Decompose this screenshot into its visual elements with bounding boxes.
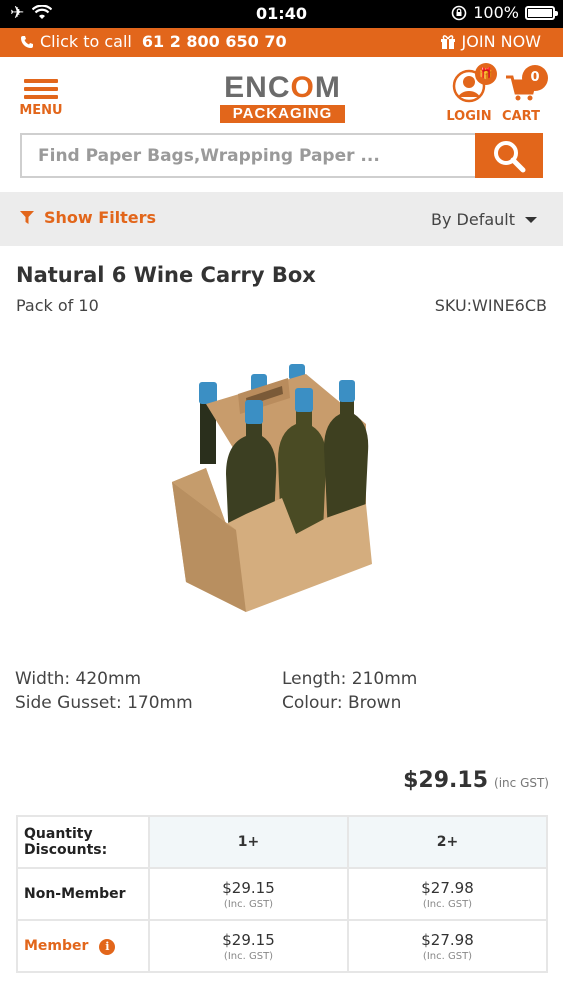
member-row-label[interactable]: Member i bbox=[16, 919, 150, 973]
info-icon[interactable]: i bbox=[99, 938, 116, 955]
gift-badge-icon: 🎁 bbox=[475, 63, 497, 85]
sort-select[interactable]: By Default bbox=[431, 210, 537, 229]
logo-wordmark: ENCOM bbox=[224, 71, 341, 104]
product-title[interactable]: Natural 6 Wine Carry Box bbox=[16, 263, 316, 287]
price-cell: $27.98 (Inc. GST) bbox=[347, 919, 548, 973]
status-bar: ✈ 01:40 100% bbox=[0, 0, 563, 28]
price-cell: $27.98 (Inc. GST) bbox=[347, 867, 548, 921]
call-text: Click to call bbox=[40, 32, 132, 51]
pack-size: Pack of 10 bbox=[16, 296, 99, 315]
search-icon bbox=[494, 140, 526, 172]
cart-count-badge: 0 bbox=[522, 65, 548, 91]
menu-label: MENU bbox=[19, 103, 63, 118]
price-value: $29.15 bbox=[222, 930, 275, 949]
logo-accent-letter: O bbox=[290, 71, 315, 104]
rotation-lock-icon bbox=[451, 5, 467, 20]
top-bar: Click to call 61 2 800 650 70 JOIN NOW bbox=[0, 28, 563, 57]
search-bar bbox=[20, 133, 543, 178]
menu-button[interactable]: MENU bbox=[19, 79, 63, 118]
login-label: LOGIN bbox=[446, 109, 492, 124]
spec-length: Length: 210mm bbox=[282, 669, 418, 689]
price-value: $27.98 bbox=[421, 878, 474, 897]
battery-percent: 100% bbox=[473, 3, 519, 22]
search-button[interactable] bbox=[475, 133, 543, 178]
column-header: 2+ bbox=[347, 815, 548, 869]
login-button[interactable]: 🎁 LOGIN bbox=[445, 63, 497, 124]
price-sub: (Inc. GST) bbox=[422, 950, 473, 962]
price-note: (inc GST) bbox=[494, 776, 549, 790]
product-image[interactable] bbox=[166, 364, 386, 614]
quantity-discounts-label: Quantity Discounts: bbox=[16, 815, 150, 869]
sort-value: By Default bbox=[431, 210, 515, 229]
quantity-discounts-table: Quantity Discounts: 1+ 2+ Non-Member $29… bbox=[16, 815, 548, 973]
battery-icon bbox=[525, 5, 558, 20]
search-input[interactable] bbox=[20, 133, 475, 178]
show-filters-label: Show Filters bbox=[44, 208, 157, 227]
spec-width: Width: 420mm bbox=[15, 669, 142, 689]
table-row: Member i $29.15 (Inc. GST) $27.98 (Inc. … bbox=[16, 919, 548, 973]
product-price: $29.15 (inc GST) bbox=[403, 768, 549, 793]
hamburger-icon bbox=[19, 79, 63, 99]
price-cell: $29.15 (Inc. GST) bbox=[148, 867, 349, 921]
table-row: Non-Member $29.15 (Inc. GST) $27.98 (Inc… bbox=[16, 867, 548, 921]
row-label-non-member: Non-Member bbox=[16, 867, 150, 921]
price-value: $29.15 bbox=[222, 878, 275, 897]
join-now-link[interactable]: JOIN NOW bbox=[440, 32, 541, 51]
price-sub: (Inc. GST) bbox=[223, 898, 274, 910]
show-filters-button[interactable]: Show Filters bbox=[20, 208, 156, 227]
call-number: 61 2 800 650 70 bbox=[141, 32, 287, 51]
site-logo[interactable]: ENCOM PACKAGING bbox=[220, 73, 345, 123]
site-header: MENU ENCOM PACKAGING 🎁 LOGIN 0 CART bbox=[0, 57, 563, 132]
filter-icon bbox=[20, 210, 34, 224]
filter-bar: Show Filters By Default bbox=[0, 192, 563, 246]
spec-colour: Colour: Brown bbox=[282, 693, 402, 713]
phone-icon bbox=[21, 35, 33, 48]
cart-label: CART bbox=[502, 109, 540, 124]
join-now-label: JOIN NOW bbox=[461, 32, 541, 51]
gift-icon bbox=[440, 35, 455, 49]
price-sub: (Inc. GST) bbox=[422, 898, 473, 910]
caret-down-icon bbox=[525, 216, 537, 223]
price-amount: $29.15 bbox=[403, 768, 489, 793]
price-sub: (Inc. GST) bbox=[223, 950, 274, 962]
logo-tagline: PACKAGING bbox=[220, 105, 345, 123]
column-header: 1+ bbox=[148, 815, 349, 869]
price-cell: $29.15 (Inc. GST) bbox=[148, 919, 349, 973]
table-header-row: Quantity Discounts: 1+ 2+ bbox=[16, 815, 548, 869]
row-label-member: Member bbox=[24, 937, 89, 954]
cart-button[interactable]: 0 CART bbox=[500, 65, 548, 124]
click-to-call-link[interactable]: Click to call 61 2 800 650 70 bbox=[20, 32, 287, 51]
spec-side-gusset: Side Gusset: 170mm bbox=[15, 693, 193, 713]
price-value: $27.98 bbox=[421, 930, 474, 949]
product-sku: SKU:WINE6CB bbox=[434, 296, 547, 315]
